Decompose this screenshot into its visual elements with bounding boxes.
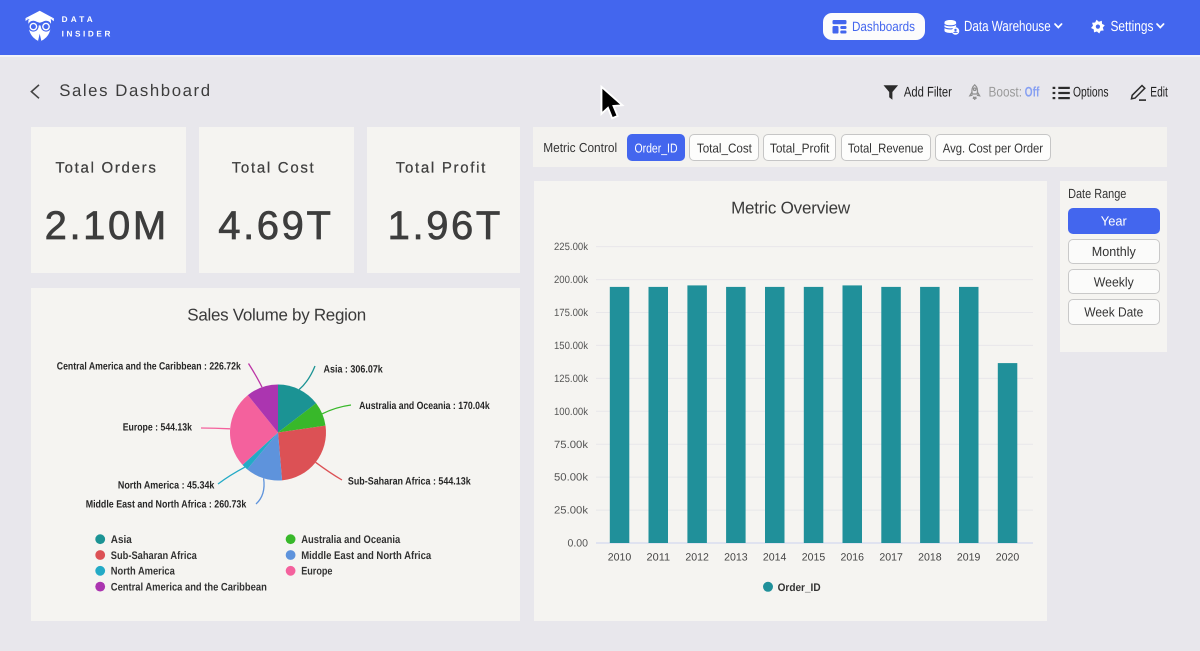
svg-text:Australia and Oceania: Australia and Oceania <box>301 534 401 546</box>
svg-text:2019: 2019 <box>957 552 981 564</box>
svg-text:2015: 2015 <box>802 552 826 564</box>
svg-text:125.00k: 125.00k <box>554 373 589 385</box>
svg-text:Sales Dashboard: Sales Dashboard <box>59 81 211 100</box>
svg-text:Total_Revenue: Total_Revenue <box>848 140 924 155</box>
svg-text:INSIDER: INSIDER <box>62 30 113 39</box>
svg-text:Middle East and North Africa: Middle East and North Africa <box>301 550 432 562</box>
svg-text:2020: 2020 <box>996 552 1020 564</box>
svg-text:Order_ID: Order_ID <box>634 140 677 155</box>
svg-text:200.00k: 200.00k <box>554 274 589 286</box>
svg-text:Asia : 306.07k: Asia : 306.07k <box>324 364 383 376</box>
svg-text:Settings: Settings <box>1111 19 1154 35</box>
svg-text:2014: 2014 <box>763 552 787 564</box>
svg-text:Total_Cost: Total_Cost <box>697 140 752 155</box>
svg-text:Total Profit: Total Profit <box>396 160 487 177</box>
svg-text:75.00k: 75.00k <box>554 439 589 451</box>
svg-text:Central America and the Caribb: Central America and the Caribbean <box>111 582 267 594</box>
svg-text:North America : 45.34k: North America : 45.34k <box>118 479 215 491</box>
svg-text:2016: 2016 <box>841 552 865 564</box>
svg-text:2012: 2012 <box>685 552 709 564</box>
svg-text:2017: 2017 <box>879 552 903 564</box>
svg-text:Europe: Europe <box>301 566 332 578</box>
svg-text:Asia: Asia <box>111 534 133 546</box>
svg-text:Metric Overview: Metric Overview <box>731 199 851 218</box>
svg-text:Year: Year <box>1101 214 1128 229</box>
svg-text:225.00k: 225.00k <box>554 241 589 253</box>
svg-text:Metric Control: Metric Control <box>543 140 617 155</box>
svg-text:2013: 2013 <box>724 552 748 564</box>
svg-text:100.00k: 100.00k <box>554 406 589 418</box>
svg-text:Weekly: Weekly <box>1094 274 1134 289</box>
svg-text:Sub-Saharan Africa: Sub-Saharan Africa <box>111 550 198 562</box>
svg-text:50.00k: 50.00k <box>554 472 589 484</box>
svg-text:0.00: 0.00 <box>568 538 589 550</box>
svg-text:1.96T: 1.96T <box>388 204 503 248</box>
svg-text:2010: 2010 <box>608 552 632 564</box>
svg-text:25.00k: 25.00k <box>554 505 589 517</box>
svg-text:Total Orders: Total Orders <box>55 160 157 177</box>
svg-text:Boost:: Boost: <box>989 83 1023 99</box>
svg-text:150.00k: 150.00k <box>554 340 589 352</box>
svg-text:North America: North America <box>111 566 176 578</box>
svg-text:Week Date: Week Date <box>1084 305 1143 320</box>
svg-text:Sub-Saharan Africa : 544.13k: Sub-Saharan Africa : 544.13k <box>348 476 471 488</box>
svg-text:2.10M: 2.10M <box>45 204 169 248</box>
svg-text:Sales Volume by Region: Sales Volume by Region <box>187 305 366 324</box>
svg-text:Avg. Cost per Order: Avg. Cost per Order <box>943 140 1044 155</box>
svg-text:Middle East and North Africa :: Middle East and North Africa : 260.73k <box>86 498 247 510</box>
svg-text:4.69T: 4.69T <box>218 204 333 248</box>
svg-text:Monthly: Monthly <box>1092 244 1136 259</box>
svg-text:175.00k: 175.00k <box>554 307 589 319</box>
svg-text:Options: Options <box>1073 83 1109 99</box>
svg-text:Off: Off <box>1025 83 1040 99</box>
svg-text:Central America and the Caribb: Central America and the Caribbean : 226.… <box>57 360 241 372</box>
svg-text:2018: 2018 <box>918 552 942 564</box>
svg-text:Date Range: Date Range <box>1068 186 1126 201</box>
svg-text:Europe : 544.13k: Europe : 544.13k <box>123 422 192 434</box>
svg-text:Add Filter: Add Filter <box>904 83 952 99</box>
svg-text:Data Warehouse: Data Warehouse <box>964 19 1051 35</box>
svg-text:Total_Profit: Total_Profit <box>770 140 830 155</box>
svg-text:Total Cost: Total Cost <box>232 160 316 177</box>
svg-text:Australia and Oceania : 170.04: Australia and Oceania : 170.04k <box>359 400 490 412</box>
svg-text:2011: 2011 <box>647 552 671 564</box>
svg-text:DATA: DATA <box>62 15 96 24</box>
svg-text:Edit: Edit <box>1150 83 1168 99</box>
svg-text:Dashboards: Dashboards <box>852 19 915 34</box>
svg-text:Order_ID: Order_ID <box>778 582 821 594</box>
